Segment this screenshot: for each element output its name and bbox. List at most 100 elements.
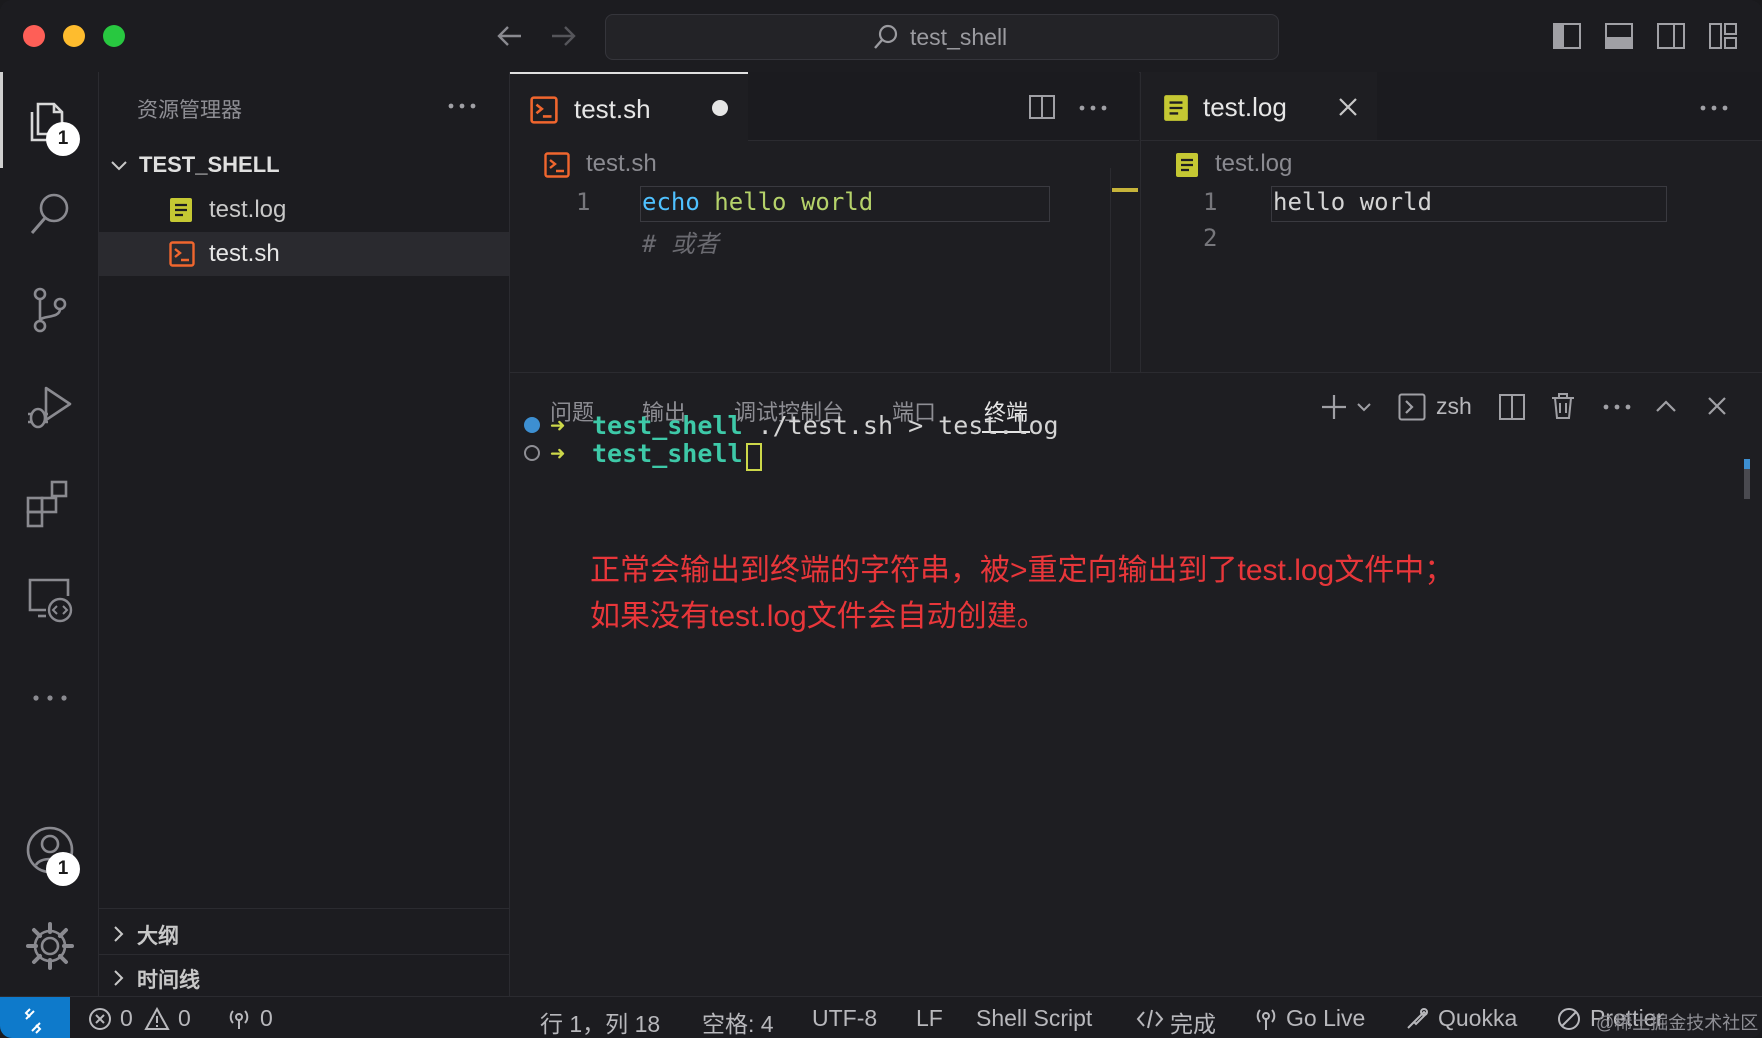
minimize-window-button[interactable] <box>63 25 85 47</box>
format-status[interactable]: 完成 <box>1170 1005 1216 1038</box>
timeline-label: 时间线 <box>137 969 200 992</box>
source-control-icon[interactable] <box>24 284 76 336</box>
shell-file-icon <box>169 241 195 267</box>
more-actions-icon[interactable] <box>1076 100 1110 116</box>
error-count[interactable]: 0 <box>120 1005 133 1032</box>
scroll-marker <box>1112 188 1138 192</box>
more-actions-icon[interactable] <box>1697 100 1731 116</box>
indentation[interactable]: 空格: 4 <box>702 1005 774 1038</box>
shell-file-icon <box>544 152 570 178</box>
remote-indicator[interactable] <box>0 997 70 1038</box>
tab-bar: test.sh <box>510 72 1139 142</box>
prompt-arrow-icon: ➜ <box>550 411 566 440</box>
explorer-badge: 1 <box>46 122 80 156</box>
outline-section[interactable]: 大纲 <box>99 912 509 954</box>
prompt-dir: test_shell <box>592 439 743 468</box>
tab-bar: test.log <box>1141 72 1762 141</box>
close-tab-icon[interactable] <box>1337 96 1359 118</box>
chevron-right-icon <box>109 968 129 988</box>
customize-layout-icon[interactable] <box>1708 22 1738 50</box>
search-icon <box>872 23 900 51</box>
prompt-dir: test_shell <box>592 411 743 440</box>
scrollbar-marker <box>1744 459 1750 469</box>
run-debug-icon[interactable] <box>24 380 76 432</box>
toggle-panel-icon[interactable] <box>1604 22 1634 50</box>
tab-label: test.sh <box>574 94 651 124</box>
warning-icon[interactable] <box>144 1007 170 1031</box>
command-center-search[interactable]: test_shell <box>605 14 1279 60</box>
breadcrumb[interactable]: test.sh <box>586 150 657 178</box>
more-actions-icon[interactable] <box>1600 399 1634 415</box>
cursor-position[interactable]: 行 1，列 18 <box>540 1005 660 1038</box>
more-views-icon[interactable] <box>24 672 76 724</box>
warning-count[interactable]: 0 <box>178 1005 191 1032</box>
file-item-test-sh[interactable]: test.sh <box>99 232 509 276</box>
format-braces-icon <box>1136 1007 1164 1031</box>
ports-broadcast-icon[interactable] <box>226 1007 252 1031</box>
command-pending-dot[interactable] <box>524 445 540 461</box>
command-text: ./test.sh > test.log <box>742 411 1059 440</box>
remote-explorer-icon[interactable] <box>24 572 76 624</box>
error-icon[interactable] <box>88 1007 112 1031</box>
accounts-badge: 1 <box>46 852 80 886</box>
log-file-icon <box>1175 152 1199 178</box>
status-bar: 0 0 0 行 1，列 18 空格: 4 UTF-8 LF Shell Scri… <box>0 996 1762 1038</box>
divider <box>99 908 509 909</box>
unsaved-dot-icon[interactable] <box>712 100 728 116</box>
log-file-icon <box>169 197 193 223</box>
back-arrow-icon[interactable] <box>495 22 525 50</box>
timeline-section[interactable]: 时间线 <box>99 956 509 996</box>
remote-icon <box>24 1008 42 1034</box>
chevron-down-icon <box>109 156 129 176</box>
code-line[interactable]: hello world <box>1273 188 1432 216</box>
line-number: 1 <box>576 188 591 216</box>
bottom-panel: 问题 输出 调试控制台 端口 终端 zsh ➜ test_shell ./tes… <box>510 372 1762 997</box>
toggle-primary-sidebar-icon[interactable] <box>1552 22 1582 50</box>
quokka-button[interactable]: Quokka <box>1438 1005 1517 1032</box>
more-actions-icon[interactable] <box>445 98 479 114</box>
terminal-line: test_shell <box>592 439 743 468</box>
close-window-button[interactable] <box>23 25 45 47</box>
command-success-dot[interactable] <box>524 417 540 433</box>
log-file-icon <box>1163 94 1189 122</box>
settings-gear-icon[interactable] <box>24 920 76 972</box>
title-bar: test_shell <box>0 0 1762 73</box>
tab-test-sh[interactable]: test.sh <box>510 72 748 142</box>
chevron-down-icon[interactable] <box>1356 401 1372 413</box>
chevron-right-icon <box>109 924 129 944</box>
folder-header[interactable]: TEST_SHELL <box>99 144 509 188</box>
annotation-line: 如果没有test.log文件会自动创建。 <box>590 600 1047 633</box>
breadcrumb[interactable]: test.log <box>1215 150 1292 178</box>
code-string: hello world <box>699 188 874 216</box>
shell-file-icon <box>530 96 558 124</box>
encoding[interactable]: UTF-8 <box>812 1005 877 1032</box>
end-of-line[interactable]: LF <box>916 1005 943 1032</box>
forward-arrow-icon[interactable] <box>548 22 578 50</box>
annotation-line: 正常会输出到终端的字符串，被>重定向输出到了test.log文件中； <box>590 554 1455 587</box>
tab-label: test.log <box>1203 92 1287 122</box>
quokka-icon <box>1404 1006 1430 1032</box>
file-name: test.log <box>209 196 287 223</box>
extensions-icon[interactable] <box>24 476 76 528</box>
code-comment[interactable]: # 或者 <box>642 224 719 259</box>
maximize-panel-icon[interactable] <box>1654 397 1678 415</box>
folder-name: TEST_SHELL <box>139 152 280 177</box>
tab-test-log[interactable]: test.log <box>1141 72 1377 140</box>
go-live-button[interactable]: Go Live <box>1286 1005 1365 1032</box>
split-editor-icon[interactable] <box>1028 94 1056 120</box>
prettier-disabled-icon <box>1556 1006 1582 1032</box>
watermark: @稀土掘金技术社区 <box>1596 1013 1759 1033</box>
code-line[interactable]: echo hello world <box>642 188 873 216</box>
terminal-cursor <box>746 443 762 471</box>
ports-count[interactable]: 0 <box>260 1005 273 1032</box>
file-item-test-log[interactable]: test.log <box>99 188 509 232</box>
file-name: test.sh <box>209 240 280 267</box>
explorer-sidebar: 资源管理器 TEST_SHELL test.log test.sh 大纲 时间线 <box>99 72 510 996</box>
command-center-text: test_shell <box>910 24 1008 50</box>
search-icon[interactable] <box>24 188 76 240</box>
toggle-secondary-sidebar-icon[interactable] <box>1656 22 1686 50</box>
language-mode[interactable]: Shell Script <box>976 1005 1092 1032</box>
zoom-window-button[interactable] <box>103 25 125 47</box>
close-panel-icon[interactable] <box>1706 395 1728 417</box>
line-number: 1 <box>1203 188 1218 216</box>
